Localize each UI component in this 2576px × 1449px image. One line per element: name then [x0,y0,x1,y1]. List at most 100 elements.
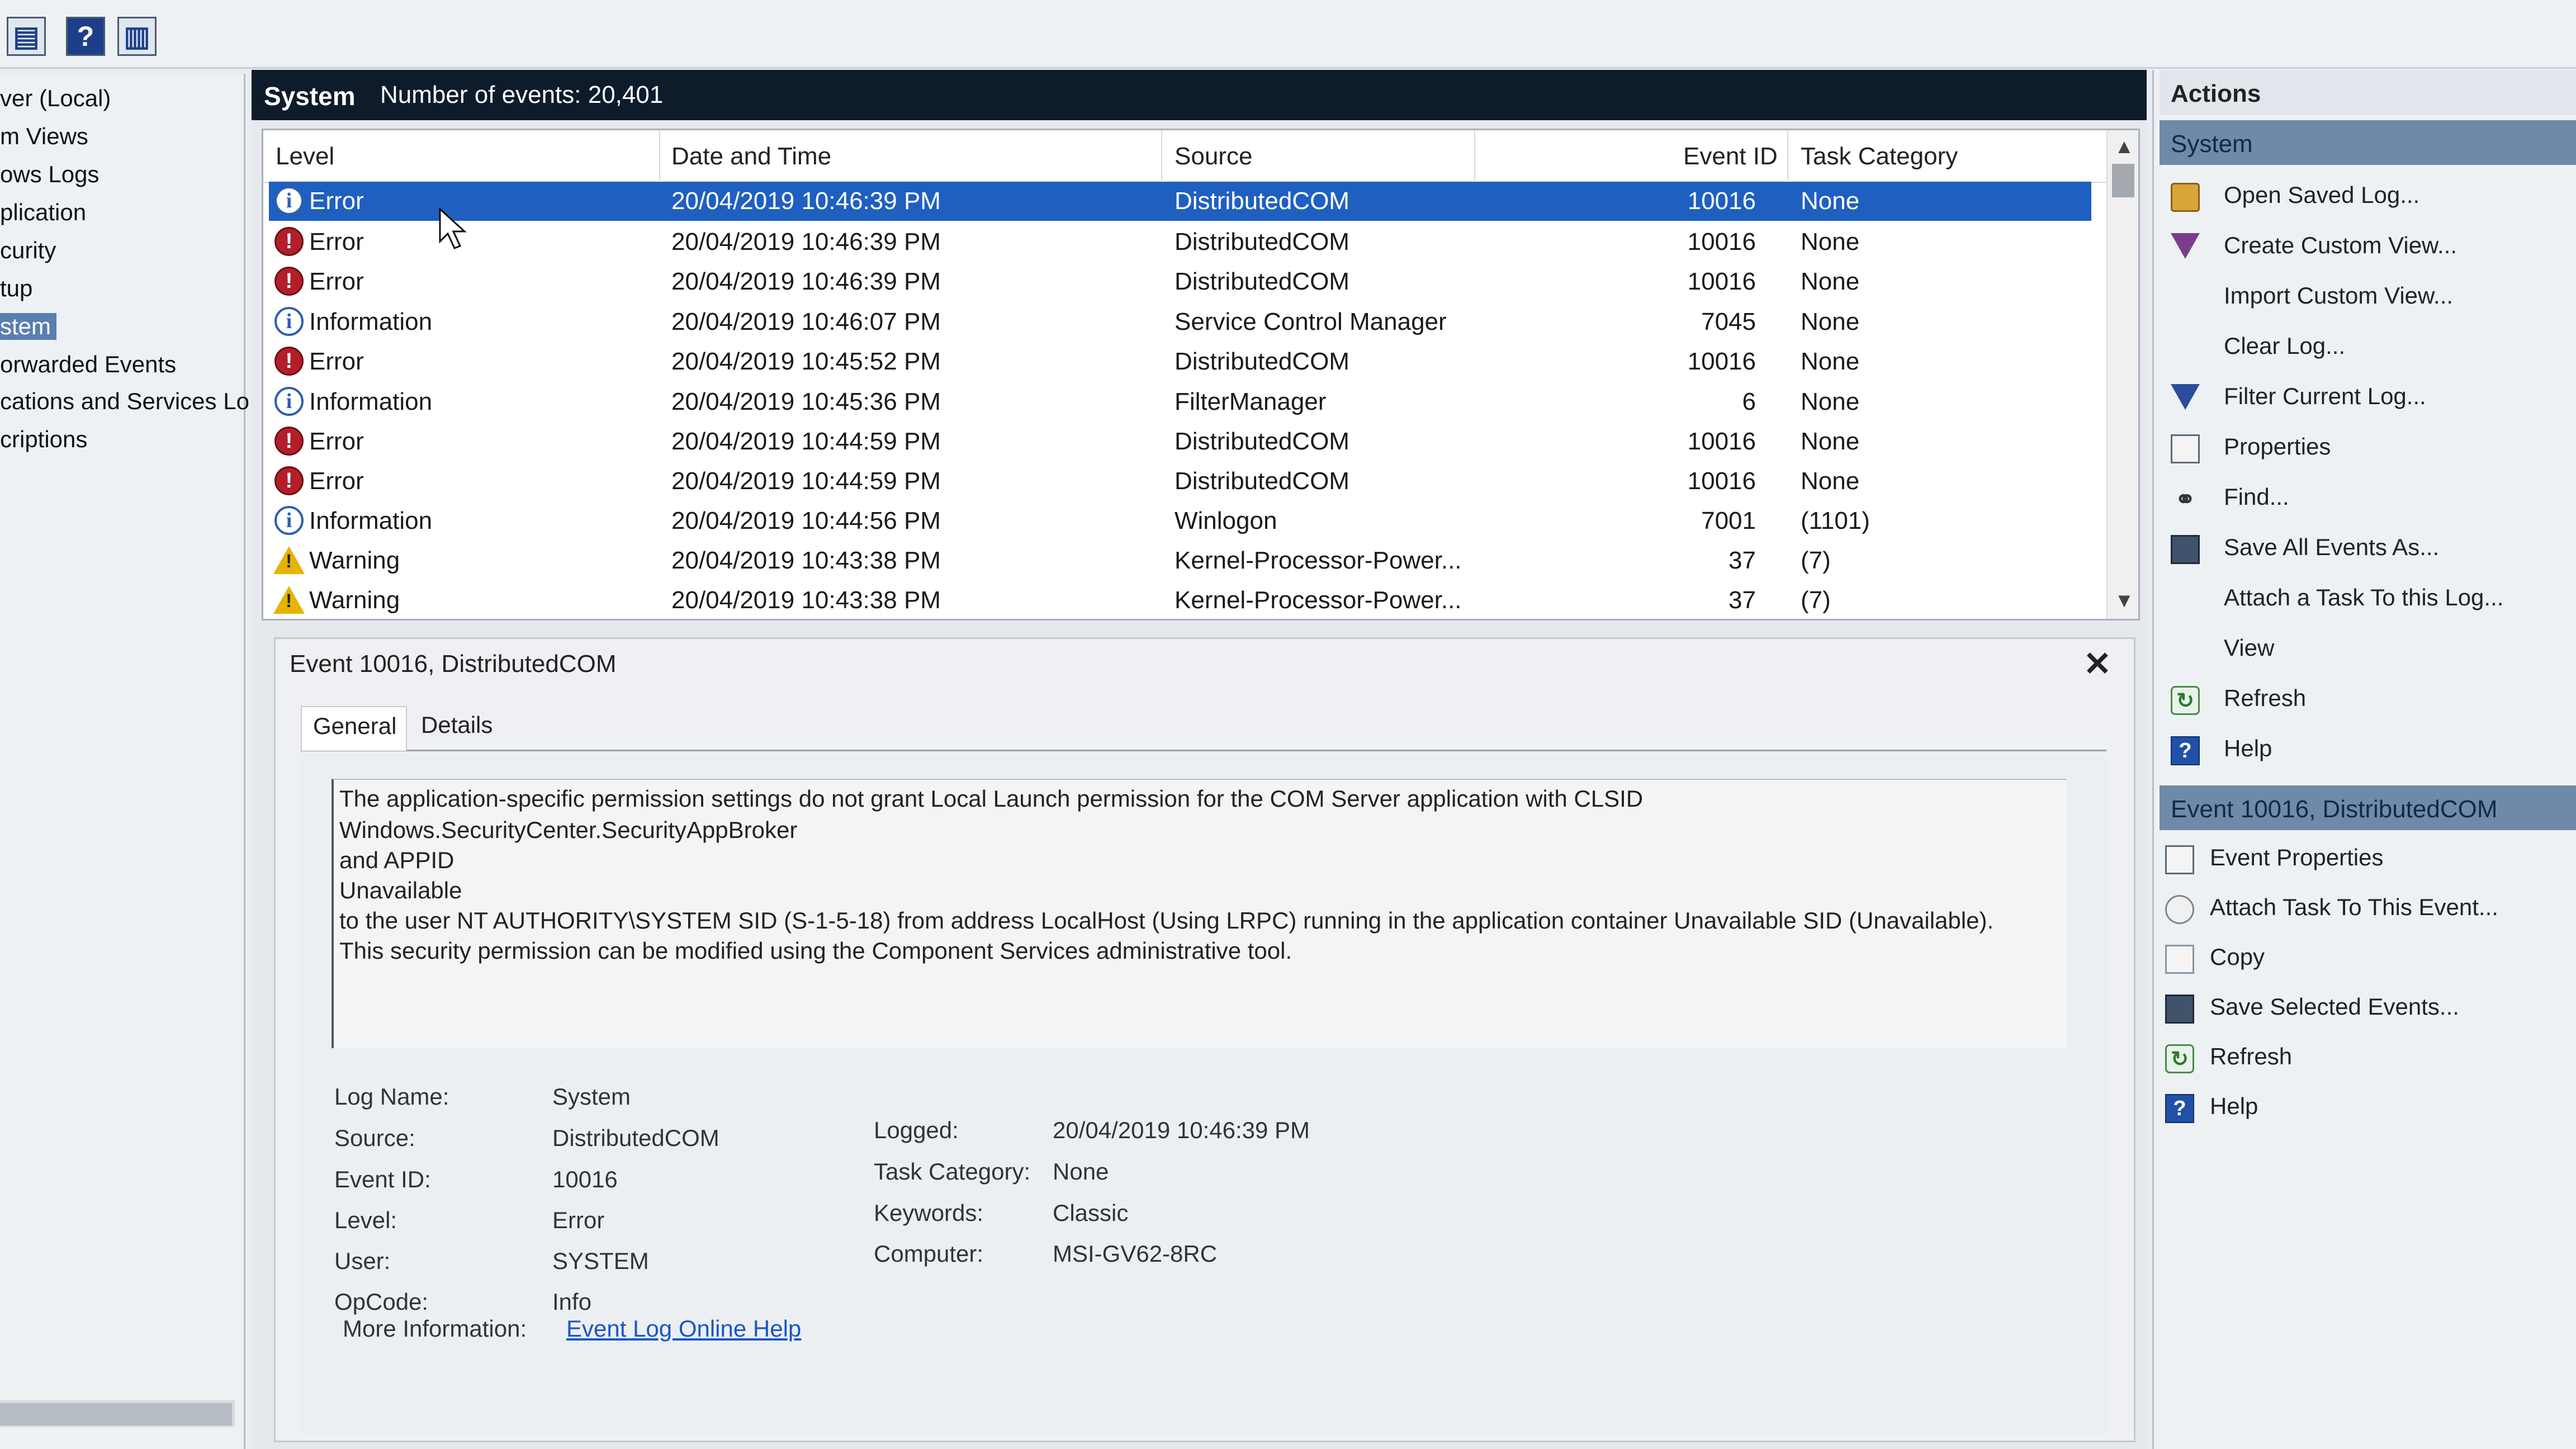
table-row[interactable]: ! Error 20/04/2019 10:46:39 PM DistributedC… [269,222,2091,262]
property-label: Event ID: [334,1166,431,1192]
action-item[interactable]: Create Custom View... [2224,232,2457,259]
tree-item[interactable]: plication [0,199,86,226]
console-tree [0,74,245,1449]
property-value: System [552,1083,631,1110]
table-row[interactable]: i Information 20/04/2019 10:45:36 PM Filter… [269,382,2091,422]
event-count: Number of events: 20,401 [380,81,664,108]
tab-general[interactable]: General [301,706,407,751]
action-item[interactable]: View [2224,634,2274,661]
log-header: System Number of events: 20,401 [252,70,2147,120]
event-log-online-help-link[interactable]: Event Log Online Help [566,1315,801,1342]
cell-event-id: 7045 [1701,308,1756,335]
cell-date-time: 20/04/2019 10:44:59 PM [671,428,941,455]
cell-level: Information [309,388,433,415]
table-row[interactable]: i Information 20/04/2019 10:44:56 PM Winlog… [269,501,2091,541]
mouse-cursor-icon [439,208,467,249]
action-item[interactable]: Import Custom View... [2224,282,2453,309]
property-label: Computer: [874,1240,984,1267]
grid-vertical-scrollbar[interactable]: ▲ ▼ [2106,130,2138,619]
help-icon[interactable]: ? [66,17,105,56]
cell-event-id: 10016 [1687,268,1756,295]
tree-item[interactable]: m Views [0,123,88,150]
tab-details[interactable]: Details [410,706,499,751]
cell-task-category: None [1801,308,1860,335]
action-item[interactable]: Help [2210,1093,2258,1120]
table-row[interactable]: i Information 20/04/2019 10:46:07 PM Servic… [269,302,2091,342]
action-item[interactable]: Properties [2224,433,2331,460]
tree-item[interactable]: ows Logs [0,161,99,188]
cell-event-id: 6 [1742,388,1756,415]
console-tree-icon[interactable]: ▤ [7,17,46,56]
action-item[interactable]: Attach Task To This Event... [2210,894,2498,921]
action-item[interactable]: Event Properties [2210,844,2384,871]
tree-scrollbar-thumb[interactable] [0,1403,232,1426]
tree-item[interactable]: stem [0,313,57,340]
action-item[interactable]: Save All Events As... [2224,534,2439,561]
scroll-up-icon[interactable]: ▲ [2114,135,2134,158]
actions-section-system[interactable]: System [2160,120,2576,165]
refresh-icon: ↻ [2171,686,2200,715]
table-row[interactable]: ! Error 20/04/2019 10:44:59 PM DistributedC… [269,422,2091,461]
action-item[interactable]: Clear Log... [2224,333,2345,359]
tree-item[interactable]: tup [0,275,32,302]
action-item[interactable]: Copy [2210,944,2265,970]
scroll-down-icon[interactable]: ▼ [2114,589,2134,612]
table-row[interactable]: ! Error 20/04/2019 10:45:52 PM DistributedC… [269,342,2091,381]
cell-task-category: None [1801,228,1860,255]
cell-task-category: None [1801,467,1860,495]
action-item[interactable]: Help [2224,735,2272,762]
table-row[interactable]: Warning 20/04/2019 10:43:38 PM Kernel-Proc… [269,581,2091,619]
tree-item[interactable]: curity [0,237,56,264]
close-icon[interactable]: ✕ [2083,645,2111,684]
action-item[interactable]: Save Selected Events... [2210,993,2459,1020]
action-item[interactable]: Open Saved Log... [2224,182,2419,209]
column-date-time[interactable]: Date and Time [671,143,831,171]
cell-task-category: None [1801,187,1860,215]
cell-source: Winlogon [1175,507,1277,534]
action-item[interactable]: Find... [2224,484,2289,510]
description-line: The application-specific permission sett… [339,785,1644,812]
action-item[interactable]: Refresh [2210,1043,2292,1070]
tree-item[interactable]: orwarded Events [0,351,176,378]
cell-level: Error [309,187,364,215]
cell-level: Error [309,467,364,495]
column-source[interactable]: Source [1175,143,1252,171]
info-icon: i [274,387,304,416]
cell-date-time: 20/04/2019 10:45:36 PM [671,388,941,415]
cell-level: Information [309,507,433,534]
column-level[interactable]: Level [276,143,334,171]
table-row[interactable]: ! Error 20/04/2019 10:46:39 PM DistributedC… [269,262,2091,301]
event-description[interactable]: The application-specific permission sett… [332,779,2067,1048]
actions-pane: Actions System Open Saved Log... Create C… [2152,70,2576,1449]
detail-title: Event 10016, DistributedCOM [290,650,617,678]
info-icon: i [274,506,304,535]
tree-item[interactable]: cations and Services Lo [0,388,249,415]
action-item[interactable]: Refresh [2224,685,2306,712]
action-item[interactable]: Attach a Task To this Log... [2224,584,2503,611]
cell-task-category: (1101) [1801,507,1870,534]
actions-section-event[interactable]: Event 10016, DistributedCOM [2160,785,2576,830]
cell-task-category: None [1801,428,1860,455]
action-item[interactable]: Filter Current Log... [2224,383,2426,410]
table-row[interactable]: ! Error 20/04/2019 10:44:59 PM DistributedC… [269,462,2091,501]
show-action-pane-icon[interactable]: ▥ [117,17,157,56]
table-row[interactable]: i Error 20/04/2019 10:46:39 PM DistributedC… [269,182,2091,221]
table-row[interactable]: Warning 20/04/2019 10:43:38 PM Kernel-Proc… [269,541,2091,580]
column-event-id[interactable]: Event ID [1683,143,1778,171]
warning-icon [273,585,305,614]
cell-date-time: 20/04/2019 10:46:39 PM [671,187,941,215]
cell-task-category: (7) [1801,586,1831,614]
cell-source: Service Control Manager [1175,308,1447,335]
cell-source: DistributedCOM [1175,228,1349,255]
column-task-category[interactable]: Task Category [1801,143,1958,171]
tree-item[interactable]: ver (Local) [0,85,111,112]
cell-source: DistributedCOM [1175,428,1349,455]
cell-source: DistributedCOM [1175,348,1349,375]
tree-item[interactable]: criptions [0,426,87,453]
cell-event-id: 10016 [1687,428,1756,455]
scrollbar-thumb[interactable] [2112,164,2134,197]
property-value: Classic [1053,1200,1129,1226]
cell-level: Warning [309,547,400,574]
cell-event-id: 37 [1729,547,1756,574]
disk-icon [2171,535,2200,564]
